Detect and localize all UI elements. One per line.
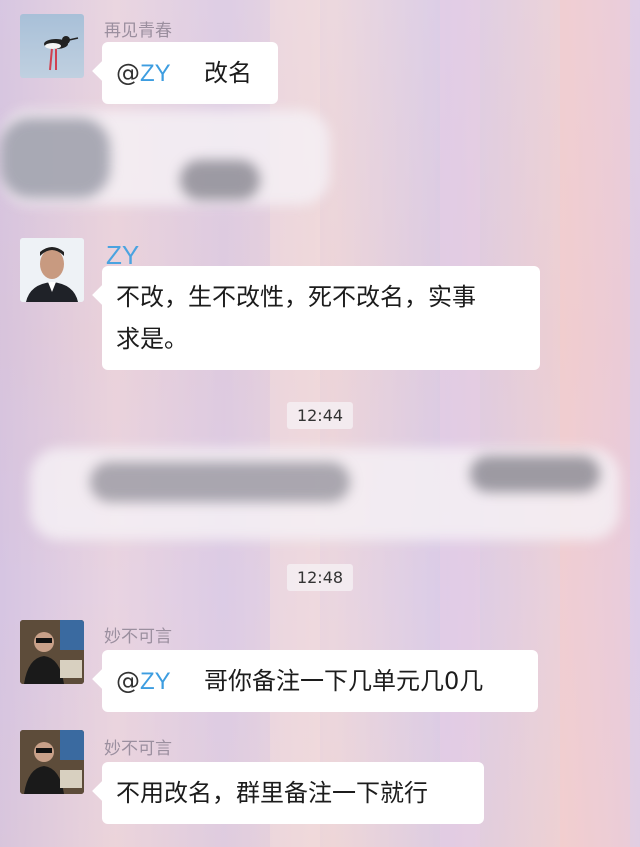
message-text: 不改，生不改性，死不改名，实事 xyxy=(116,283,476,311)
timestamp: 12:48 xyxy=(286,564,354,591)
message-text: 改名 xyxy=(203,59,252,87)
avatar[interactable] xyxy=(20,238,84,302)
sender-name: 再见青春 xyxy=(104,21,172,41)
sender-name: 妙不可言 xyxy=(104,627,172,647)
message-bubble[interactable]: @ZY 改名 xyxy=(102,42,278,104)
message-bubble[interactable]: 不用改名，群里备注一下就行 xyxy=(102,762,484,824)
mention[interactable]: @ZY xyxy=(116,667,171,695)
mention[interactable]: @ZY xyxy=(116,59,171,87)
message-bubble[interactable]: @ZY 哥你备注一下几单元几0几 xyxy=(102,650,538,712)
man-portrait-avatar-icon xyxy=(20,238,84,302)
message-text: 哥你备注一下几单元几0几 xyxy=(203,667,484,695)
avatar[interactable] xyxy=(20,730,84,794)
bg-stripe xyxy=(440,0,480,847)
bg-stripe xyxy=(560,0,630,847)
avatar[interactable] xyxy=(20,14,84,78)
redaction-smear xyxy=(90,462,350,502)
message-text: 求是。 xyxy=(116,325,188,353)
message-text: 不用改名，群里备注一下就行 xyxy=(116,779,428,807)
redaction-smear xyxy=(470,456,600,492)
redaction-smear xyxy=(180,160,260,200)
person-sunglasses-avatar-icon xyxy=(20,620,84,684)
timestamp: 12:44 xyxy=(286,402,354,429)
avatar[interactable] xyxy=(20,620,84,684)
sender-name: 妙不可言 xyxy=(104,739,172,759)
person-sunglasses-avatar-icon xyxy=(20,730,84,794)
redaction-smear xyxy=(0,118,110,198)
message-bubble[interactable]: 不改，生不改性，死不改名，实事 求是。 xyxy=(102,266,540,370)
bird-avatar-icon xyxy=(44,36,79,71)
